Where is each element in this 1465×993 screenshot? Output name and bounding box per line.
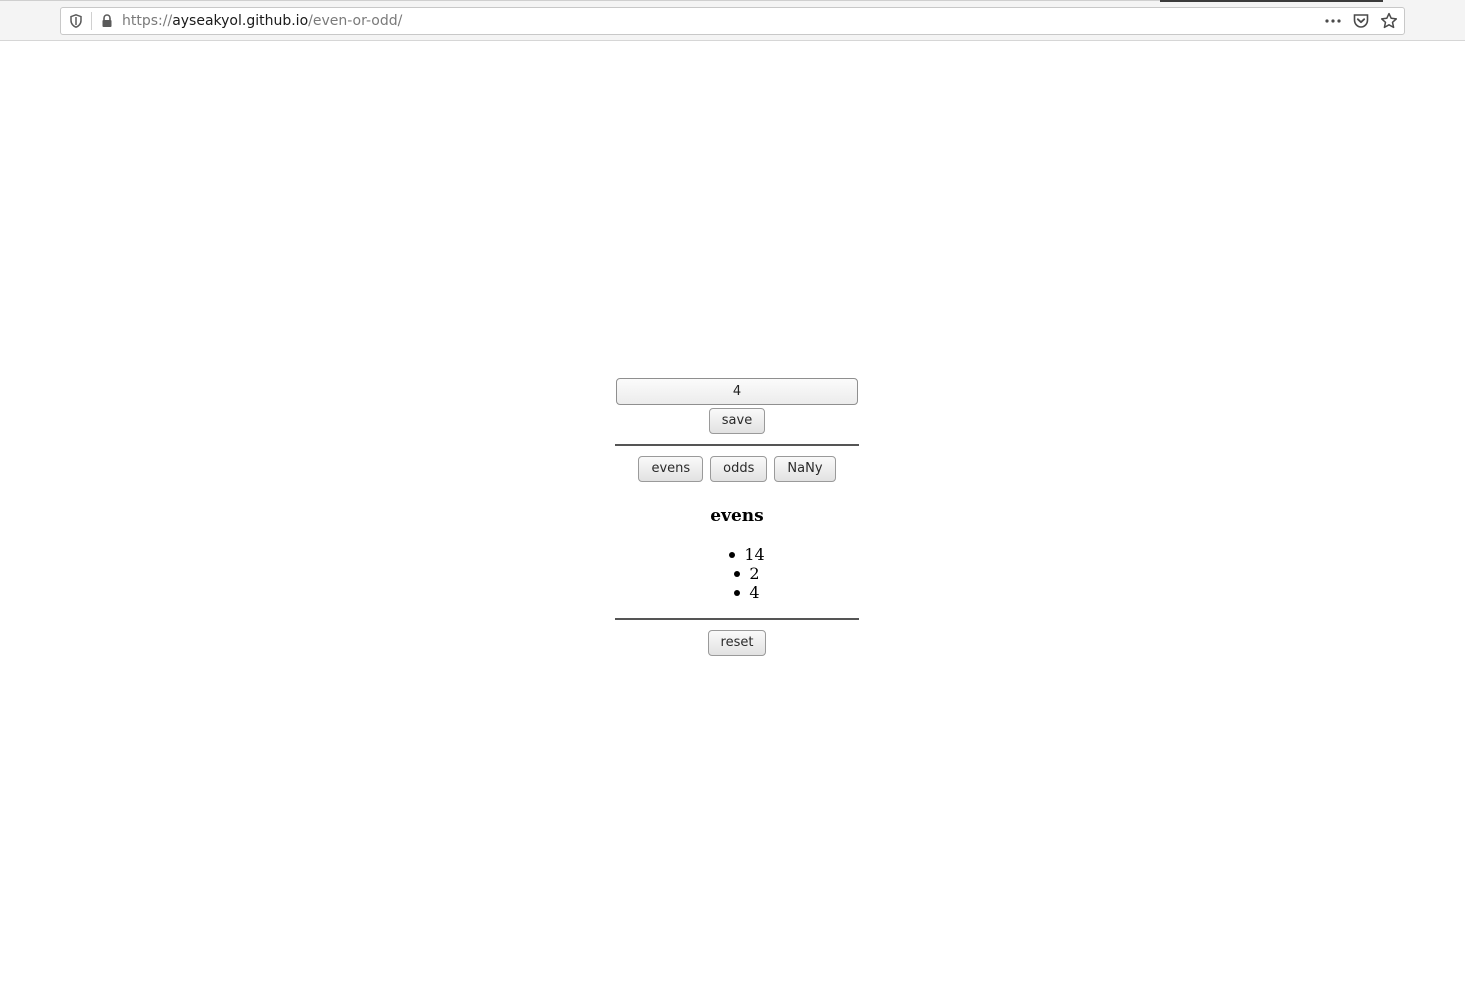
list-title: evens xyxy=(710,506,764,526)
number-list: 14 2 4 xyxy=(615,545,859,602)
address-bar-separator xyxy=(91,12,92,30)
bullet-icon xyxy=(734,589,741,596)
more-actions-icon[interactable] xyxy=(1324,12,1342,30)
pocket-icon[interactable] xyxy=(1352,12,1370,30)
save-row: save xyxy=(615,408,859,434)
tab-strip-border xyxy=(0,0,1160,1)
list-item-value: 14 xyxy=(744,545,765,564)
url-text[interactable]: https://ayseakyol.github.io/even-or-odd/ xyxy=(122,13,402,29)
number-input[interactable] xyxy=(616,378,858,405)
odds-button[interactable]: odds xyxy=(710,456,768,482)
divider-top xyxy=(615,444,859,446)
active-tab-indicator xyxy=(1160,0,1383,2)
divider-bottom xyxy=(615,618,859,620)
address-bar[interactable]: https://ayseakyol.github.io/even-or-odd/ xyxy=(60,7,1405,35)
url-scheme: https:// xyxy=(122,13,173,29)
bullet-icon xyxy=(734,570,741,577)
nany-button[interactable]: NaNy xyxy=(774,456,836,482)
list-item-value: 4 xyxy=(749,583,760,602)
evens-button[interactable]: evens xyxy=(638,456,704,482)
save-button[interactable]: save xyxy=(708,408,766,434)
list-item-value: 2 xyxy=(749,564,760,583)
shield-icon[interactable] xyxy=(69,13,83,29)
list-item: 4 xyxy=(615,583,859,602)
lock-icon[interactable] xyxy=(100,13,114,29)
even-or-odd-app: save evens odds NaNy evens 14 2 4 reset xyxy=(615,378,859,656)
browser-toolbar: https://ayseakyol.github.io/even-or-odd/ xyxy=(0,0,1465,41)
url-path: /even-or-odd/ xyxy=(308,13,403,29)
page-content: save evens odds NaNy evens 14 2 4 reset xyxy=(0,42,1465,993)
url-host: ayseakyol.github.io xyxy=(172,13,309,29)
list-item: 14 xyxy=(615,545,859,564)
address-bar-actions xyxy=(1324,8,1398,34)
list-item: 2 xyxy=(615,564,859,583)
bullet-icon xyxy=(729,551,736,558)
reset-row: reset xyxy=(615,630,859,656)
bookmark-star-icon[interactable] xyxy=(1380,12,1398,30)
reset-button[interactable]: reset xyxy=(707,630,767,656)
filter-buttons: evens odds NaNy xyxy=(615,456,859,482)
